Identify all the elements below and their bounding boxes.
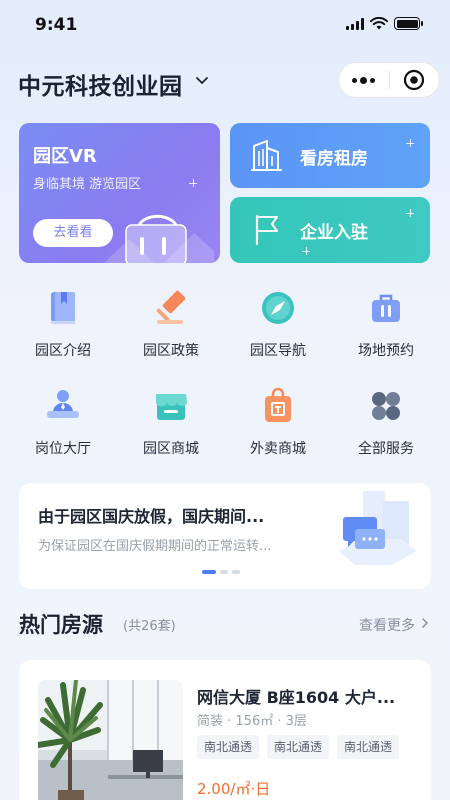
service-venue-booking[interactable]: 场地预约: [336, 288, 436, 360]
more-icon[interactable]: [339, 76, 389, 84]
service-all[interactable]: 全部服务: [336, 386, 436, 458]
service-label: 园区导航: [250, 343, 306, 359]
service-takeout-mall[interactable]: 外卖商城: [228, 386, 328, 458]
notice-title: 由于园区国庆放假，国庆期间...: [38, 507, 265, 526]
vr-go-button[interactable]: 去看看: [33, 219, 113, 247]
listing-count: (共26套): [123, 619, 176, 634]
person-desk-icon: [47, 390, 79, 418]
section-title: 热门房源: [19, 613, 103, 637]
park-vr-card[interactable]: 园区VR 身临其境 游览园区 去看看: [19, 123, 220, 263]
park-selector[interactable]: 中元科技创业园: [18, 67, 183, 101]
wifi-icon: [370, 17, 388, 30]
service-park-intro[interactable]: 园区介绍: [13, 288, 113, 360]
listing-photo: [38, 680, 183, 800]
carousel-dot: [220, 570, 228, 574]
vr-subtitle: 身临其境 游览园区: [33, 177, 142, 192]
chevron-right-icon[interactable]: [419, 617, 431, 629]
vr-headset-icon: [104, 214, 214, 263]
status-time: 9:41: [35, 15, 78, 35]
carousel-indicator: [202, 570, 240, 574]
listing-meta: 简装 · 156㎡ · 3层: [197, 714, 307, 729]
listing-name: 网信大厦 B座1604 大户...: [197, 688, 396, 707]
notice-subtitle: 为保证园区在国庆假期期间的正常运转...: [38, 539, 272, 554]
sparkle-icon: [406, 209, 414, 217]
compass-icon: [262, 292, 294, 324]
view-more-link[interactable]: 查看更多: [359, 615, 415, 635]
store-icon: [156, 394, 187, 420]
vr-title: 园区VR: [33, 146, 97, 167]
enterprise-join-card[interactable]: 企业入驻: [230, 197, 430, 263]
service-label: 园区政策: [143, 343, 199, 359]
briefcase-icon: [372, 294, 400, 322]
carousel-dot: [202, 570, 216, 574]
listing-price: 2.00/㎡·日: [197, 780, 271, 798]
hot-listings-header: 热门房源 (共26套) 查看更多: [19, 607, 431, 641]
building-icon: [251, 140, 282, 171]
service-park-navigation[interactable]: 园区导航: [228, 288, 328, 360]
enterprise-join-label: 企业入驻: [300, 223, 368, 243]
grid-icon: [372, 392, 400, 420]
mini-program-capsule: [338, 62, 440, 98]
service-label: 园区介绍: [35, 343, 91, 359]
sparkle-icon: [406, 139, 414, 147]
service-label: 岗位大厅: [35, 441, 91, 457]
service-label: 场地预约: [358, 343, 414, 359]
book-icon: [51, 292, 75, 324]
service-job-hall[interactable]: 岗位大厅: [13, 386, 113, 458]
service-label: 全部服务: [358, 441, 414, 457]
listing-card[interactable]: 网信大厦 B座1604 大户... 简装 · 156㎡ · 3层 南北通透 南北…: [19, 660, 431, 800]
message-icon: [339, 491, 417, 565]
status-icons: [346, 17, 423, 30]
gavel-icon: [156, 290, 186, 324]
listing-tag: 南北通透: [337, 735, 400, 759]
listing-tags: 南北通透 南北通透 南北通透: [197, 735, 400, 759]
service-label: 园区商城: [143, 441, 199, 457]
shopping-bag-icon: [265, 387, 291, 422]
carousel-dot: [232, 570, 240, 574]
sparkle-icon: [302, 247, 310, 255]
sparkle-icon: [189, 179, 197, 187]
service-park-policy[interactable]: 园区政策: [121, 288, 221, 360]
service-park-mall[interactable]: 园区商城: [121, 386, 221, 458]
header: 中元科技创业园: [18, 62, 440, 102]
house-rental-label: 看房租房: [300, 149, 368, 169]
listing-tag: 南北通透: [197, 735, 260, 759]
house-rental-card[interactable]: 看房租房: [230, 123, 430, 188]
battery-icon: [394, 17, 423, 30]
service-label: 外卖商城: [250, 441, 306, 457]
signal-icon: [346, 17, 364, 30]
close-target-icon[interactable]: [389, 69, 439, 91]
status-bar: 9:41: [0, 0, 450, 50]
flag-icon: [255, 214, 278, 246]
listing-tag: 南北通透: [267, 735, 330, 759]
notice-banner[interactable]: 由于园区国庆放假，国庆期间... 为保证园区在国庆假期期间的正常运转...: [19, 483, 431, 589]
chevron-down-icon[interactable]: [194, 72, 210, 88]
